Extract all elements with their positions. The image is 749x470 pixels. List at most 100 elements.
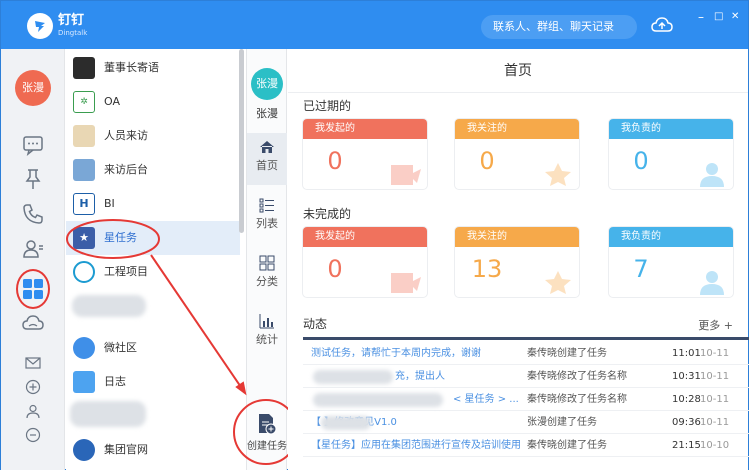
app-item-star-task[interactable]: ★ 星任务 bbox=[66, 221, 240, 255]
app-label: 来访后台 bbox=[104, 163, 148, 176]
feed-date: 10-11 bbox=[700, 394, 730, 405]
nav-home-label: 首页 bbox=[256, 159, 278, 172]
oa-app-icon: ✲ bbox=[73, 91, 95, 113]
card-label: 我负责的 bbox=[609, 227, 733, 247]
overdue-followed-card[interactable]: 我关注的 0 bbox=[455, 119, 579, 189]
card-value: 7 bbox=[633, 255, 649, 283]
chat-icon[interactable] bbox=[21, 133, 45, 157]
card-label: 我关注的 bbox=[455, 227, 579, 247]
star-deco-icon bbox=[545, 271, 571, 294]
card-value: 13 bbox=[471, 255, 503, 283]
log-app-icon bbox=[73, 371, 95, 393]
close-button[interactable]: ✕ bbox=[731, 11, 739, 23]
minimize-button[interactable]: – bbox=[698, 11, 704, 23]
more-link[interactable]: 更多 + bbox=[698, 317, 733, 333]
title-bar: 钉钉 Dingtalk 联系人、群组、聊天记录 – □ ✕ bbox=[1, 1, 748, 49]
feed-action: 秦传晓创建了任务 bbox=[527, 348, 607, 359]
app-item-visitor-admin[interactable]: 来访后台 bbox=[66, 153, 240, 187]
feed-text[interactable]: < 星任务 > ... bbox=[453, 388, 523, 411]
overdue-initiated-card[interactable]: 我发起的 0 bbox=[303, 119, 427, 189]
star-deco-icon bbox=[545, 163, 571, 186]
blurred-app-item bbox=[72, 295, 146, 317]
visitor-admin-app-icon bbox=[73, 159, 95, 181]
mail-icon[interactable] bbox=[25, 355, 41, 371]
page-title: 首页 bbox=[288, 49, 748, 93]
global-search-input[interactable]: 联系人、群组、聊天记录 bbox=[481, 15, 637, 39]
app-item-visitor[interactable]: 人员来访 bbox=[66, 119, 240, 153]
feed-date: 10-11 bbox=[700, 417, 730, 428]
blurred-text bbox=[313, 393, 443, 407]
dingtalk-logo-icon bbox=[27, 13, 53, 39]
nav-category[interactable]: 分类 bbox=[247, 249, 287, 301]
maximize-button[interactable]: □ bbox=[714, 11, 723, 23]
overdue-responsible-card[interactable]: 我负责的 0 bbox=[609, 119, 733, 189]
app-item-engineering[interactable]: 工程项目 bbox=[66, 255, 240, 289]
app-subname: Dingtalk bbox=[58, 29, 88, 37]
blurred-text bbox=[321, 416, 371, 430]
overdue-title: 已过期的 bbox=[303, 99, 352, 113]
feed-time: 21:15 bbox=[672, 440, 701, 451]
feed-time: 10:28 bbox=[672, 394, 701, 405]
app-label: 人员来访 bbox=[104, 129, 148, 142]
cloud-icon[interactable] bbox=[21, 311, 45, 335]
person-deco-icon bbox=[700, 271, 724, 295]
person-icon[interactable] bbox=[25, 403, 41, 419]
app-label: 董事长寄语 bbox=[104, 61, 159, 74]
app-item-bi[interactable]: H BI bbox=[66, 187, 240, 221]
list-icon bbox=[259, 198, 274, 213]
task-user-avatar[interactable]: 张漫 bbox=[251, 68, 283, 100]
feed-row[interactable]: 【星任务】应用在集团范围进行宣传及培训使用 秦传晓创建了任务 21:15 10-… bbox=[303, 434, 749, 457]
app-item-oa[interactable]: ✲ OA bbox=[66, 85, 240, 119]
card-value: 0 bbox=[327, 255, 343, 283]
app-item-community[interactable]: 微社区 bbox=[66, 331, 240, 365]
unfinished-title: 未完成的 bbox=[303, 207, 352, 221]
pin-icon[interactable] bbox=[21, 167, 45, 191]
contacts-icon[interactable] bbox=[21, 237, 45, 261]
chairman-app-icon bbox=[73, 57, 95, 79]
feed-text[interactable]: 【星任务】应用在集团范围进行宣传及培训使用 bbox=[311, 434, 521, 457]
create-task-button[interactable]: 创建任务 bbox=[247, 413, 287, 452]
feed-text[interactable]: 测试任务，请帮忙于本周内完成，谢谢 bbox=[311, 342, 521, 365]
community-app-icon bbox=[73, 337, 95, 359]
app-list-scrollbar[interactable] bbox=[239, 49, 244, 233]
workbench-icon[interactable] bbox=[21, 277, 45, 301]
engineering-app-icon bbox=[73, 261, 95, 283]
group-website-app-icon bbox=[73, 439, 95, 461]
home-icon bbox=[260, 141, 274, 153]
plus-icon[interactable] bbox=[25, 379, 41, 395]
app-item-log[interactable]: 日志 bbox=[66, 365, 240, 399]
unfinished-responsible-card[interactable]: 我负责的 7 bbox=[609, 227, 733, 297]
unfinished-followed-card[interactable]: 我关注的 13 bbox=[455, 227, 579, 297]
app-label: 工程项目 bbox=[104, 265, 148, 278]
blurred-text bbox=[313, 370, 393, 384]
card-label: 我负责的 bbox=[609, 119, 733, 139]
dingtalk-window: 钉钉 Dingtalk 联系人、群组、聊天记录 – □ ✕ 张漫 董事长寄语 ✲… bbox=[0, 0, 749, 470]
category-icon bbox=[259, 255, 275, 271]
app-item-group-website[interactable]: 集团官网 bbox=[66, 433, 240, 467]
doc-deco-icon bbox=[391, 165, 421, 185]
app-label: BI bbox=[104, 197, 115, 210]
more-icon[interactable] bbox=[25, 427, 41, 443]
app-item-chairman[interactable]: 董事长寄语 bbox=[66, 51, 240, 85]
phone-icon[interactable] bbox=[21, 202, 45, 226]
create-task-icon bbox=[259, 414, 277, 435]
app-label: OA bbox=[104, 95, 120, 108]
user-avatar[interactable]: 张漫 bbox=[15, 70, 51, 106]
app-list: 董事长寄语 ✲ OA 人员来访 来访后台 H BI ★ 星任务 工程项目 微社区… bbox=[66, 49, 246, 470]
unfinished-initiated-card[interactable]: 我发起的 0 bbox=[303, 227, 427, 297]
feed-action: 秦传晓创建了任务 bbox=[527, 440, 607, 451]
feed-row[interactable]: 测试任务，请帮忙于本周内完成，谢谢 秦传晓创建了任务 11:01 10-11 bbox=[303, 342, 749, 365]
card-label: 我关注的 bbox=[455, 119, 579, 139]
card-value: 0 bbox=[479, 147, 495, 175]
person-deco-icon bbox=[700, 163, 724, 187]
nav-home[interactable]: 首页 bbox=[247, 133, 287, 185]
nav-stats[interactable]: 统计 bbox=[247, 307, 287, 359]
nav-list[interactable]: 列表 bbox=[247, 191, 287, 243]
feed-action: 秦传晓修改了任务名称 bbox=[527, 371, 627, 382]
card-label: 我发起的 bbox=[303, 227, 427, 247]
feed-time: 10:31 bbox=[672, 371, 701, 382]
upload-cloud-icon[interactable] bbox=[651, 15, 673, 35]
stats-icon bbox=[259, 314, 274, 329]
feed-date: 10-11 bbox=[700, 371, 730, 382]
app-label: 集团官网 bbox=[104, 443, 148, 456]
